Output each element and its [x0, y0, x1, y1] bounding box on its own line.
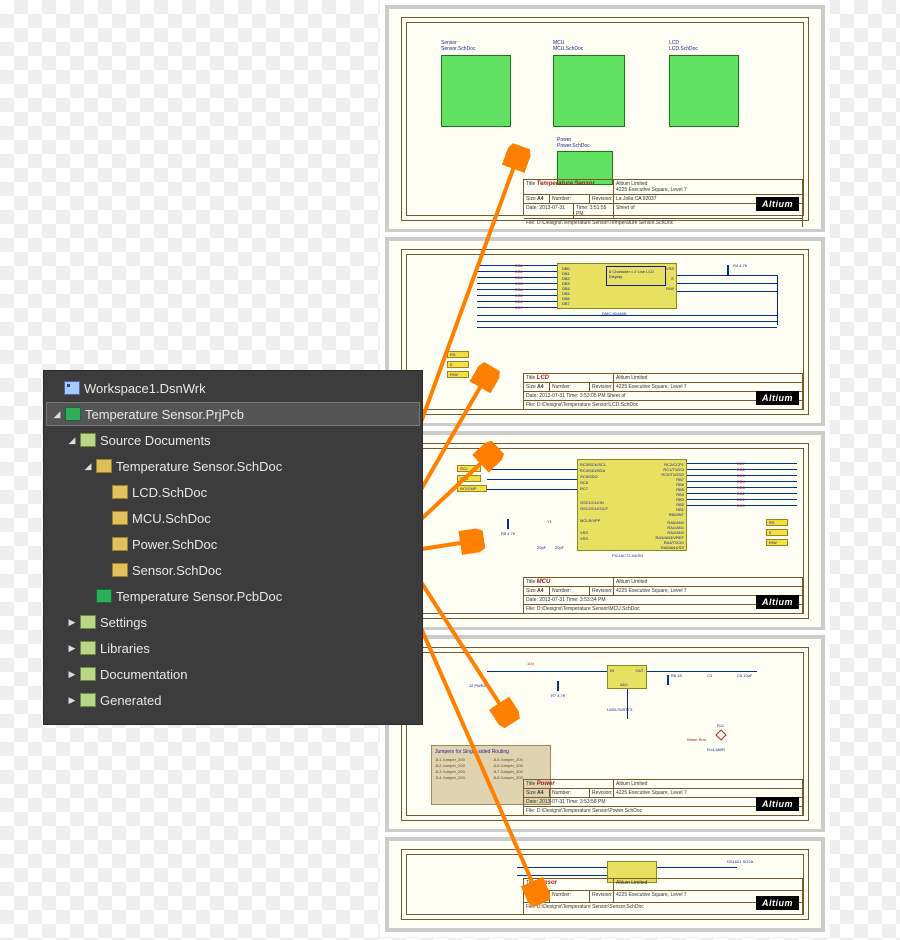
port[interactable]: R/W: [766, 539, 788, 546]
caret-right-icon[interactable]: ▶: [66, 617, 78, 628]
block-label: PowerPower.SchDoc: [557, 138, 590, 149]
caret-down-icon[interactable]: ◢: [66, 435, 78, 446]
schematic-sheet-stack: SensorSensor.SchDoc MCUMCU.SchDoc LCDLCD…: [385, 5, 830, 936]
tree-label: Temperature Sensor.PcbDoc: [116, 589, 282, 604]
port[interactable]: RS: [766, 519, 788, 526]
tree-label: Temperature Sensor.PrjPcb: [85, 407, 244, 422]
port[interactable]: INT/CMP: [457, 485, 487, 492]
schematic-sheet-top[interactable]: SensorSensor.SchDoc MCUMCU.SchDoc LCDLCD…: [385, 5, 825, 233]
block-label: MCUMCU.SchDoc: [553, 41, 583, 52]
tree-item-source-docs[interactable]: ◢ Source Documents: [46, 427, 420, 453]
sheet-symbol[interactable]: [441, 55, 511, 127]
tree-label: Power.SchDoc: [132, 537, 217, 552]
tree-label: Libraries: [100, 641, 150, 656]
project-icon: [65, 407, 81, 421]
port[interactable]: R/W: [447, 371, 469, 378]
tree-item-top-sch[interactable]: ◢ Temperature Sensor.SchDoc: [46, 453, 420, 479]
tree-item-workspace[interactable]: Workspace1.DsnWrk: [46, 375, 420, 401]
schematic-sheet-lcd[interactable]: 8 Character x 2 Line LCD Display DB0 DB1…: [385, 237, 825, 427]
tree-item-folder[interactable]: ▶ Documentation: [46, 661, 420, 687]
port[interactable]: SDA: [457, 475, 481, 482]
altium-logo: Altium: [756, 595, 799, 609]
tree-label: Generated: [100, 693, 161, 708]
component-mcu[interactable]: RC3/SCK/SCL RC4/SDI/SDA RC5/SDO RC6 RC7 …: [577, 459, 687, 551]
tree-item-pcb[interactable]: Temperature Sensor.PcbDoc: [46, 583, 420, 609]
part-name: LM317MSTT3: [607, 707, 632, 712]
tree-label: Temperature Sensor.SchDoc: [116, 459, 282, 474]
altium-logo: Altium: [756, 197, 799, 211]
sheet-symbol[interactable]: [553, 55, 625, 127]
display-label: 8 Character x 2 Line LCD Display: [606, 266, 666, 286]
schematic-sheet-sensor[interactable]: DS1621 SO2A Title Sensor Altium Limited …: [385, 837, 825, 932]
altium-logo: Altium: [756, 896, 799, 910]
tree-label: Source Documents: [100, 433, 211, 448]
tree-item-child-sch[interactable]: LCD.SchDoc: [46, 479, 420, 505]
folder-icon: [96, 459, 112, 473]
tree-item-child-sch[interactable]: Sensor.SchDoc: [46, 557, 420, 583]
port[interactable]: SCL: [457, 465, 481, 472]
pcb-icon: [96, 589, 112, 603]
tree-item-folder[interactable]: ▶ Settings: [46, 609, 420, 635]
tree-label: Documentation: [100, 667, 187, 682]
schematic-icon: [112, 563, 128, 577]
folder-icon: [80, 641, 96, 655]
schematic-icon: [112, 485, 128, 499]
folder-icon: [80, 667, 96, 681]
block-label: LCDLCD.SchDoc: [669, 41, 698, 52]
schematic-sheet-power[interactable]: IN OUT ADJ LM317MSTT3 J2 PWR2.5 10V R7 4…: [385, 635, 825, 833]
altium-logo: Altium: [756, 797, 799, 811]
component-lcd[interactable]: 8 Character x 2 Line LCD Display DB0 DB1…: [557, 263, 677, 309]
tree-label: Workspace1.DsnWrk: [84, 381, 206, 396]
schematic-icon: [112, 537, 128, 551]
port[interactable]: E: [447, 361, 469, 368]
tree-item-project[interactable]: ◢ Temperature Sensor.PrjPcb: [46, 402, 420, 426]
schematic-sheet-mcu[interactable]: RC3/SCK/SCL RC4/SDI/SDA RC5/SDO RC6 RC7 …: [385, 431, 825, 631]
tree-item-child-sch[interactable]: MCU.SchDoc: [46, 505, 420, 531]
workspace-icon: [64, 381, 80, 395]
folder-icon: [80, 615, 96, 629]
part-name: PIC16C72-04/SO: [612, 553, 643, 558]
tree-label: Sensor.SchDoc: [132, 563, 222, 578]
port[interactable]: E: [766, 529, 788, 536]
port[interactable]: RS: [447, 351, 469, 358]
caret-down-icon[interactable]: ◢: [51, 409, 63, 420]
altium-logo: Altium: [756, 391, 799, 405]
led-icon: [715, 729, 726, 740]
block-label: SensorSensor.SchDoc: [441, 41, 475, 52]
part-name: DS1621 SO2A: [727, 859, 753, 864]
tree-item-child-sch[interactable]: Power.SchDoc: [46, 531, 420, 557]
caret-right-icon[interactable]: ▶: [66, 695, 78, 706]
resistor: [727, 265, 729, 275]
tree-label: LCD.SchDoc: [132, 485, 207, 500]
tree-item-folder[interactable]: ▶ Generated: [46, 687, 420, 713]
sheet-symbol[interactable]: [669, 55, 739, 127]
component-vreg[interactable]: IN OUT ADJ: [607, 665, 647, 689]
connector-label: J2 PWR2.5: [469, 683, 489, 688]
tree-item-folder[interactable]: ▶ Libraries: [46, 635, 420, 661]
tree-label: Settings: [100, 615, 147, 630]
tree-label: MCU.SchDoc: [132, 511, 211, 526]
caret-right-icon[interactable]: ▶: [66, 669, 78, 680]
caret-right-icon[interactable]: ▶: [66, 643, 78, 654]
caret-down-icon[interactable]: ◢: [82, 461, 94, 472]
project-tree-panel: Workspace1.DsnWrk ◢ Temperature Sensor.P…: [43, 370, 423, 725]
schematic-icon: [112, 511, 128, 525]
folder-icon: [80, 693, 96, 707]
folder-icon: [80, 433, 96, 447]
